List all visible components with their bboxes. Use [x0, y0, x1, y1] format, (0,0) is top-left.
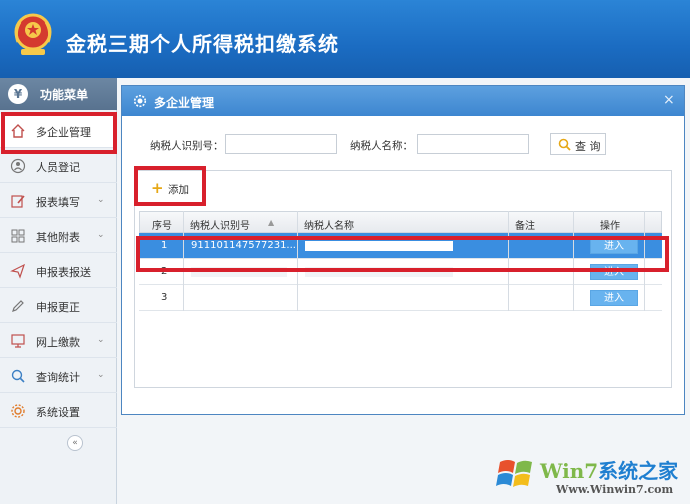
watermark-url: Www.Winwin7.com: [556, 483, 674, 496]
sidebar-item-label: 网上缴款: [36, 336, 80, 349]
house-icon: [11, 124, 25, 138]
sidebar-header-label: 功能菜单: [40, 88, 89, 102]
redacted-name-bar: [305, 267, 453, 277]
sidebar-item-report-fill[interactable]: 报表填写 ⌄: [0, 184, 117, 218]
dialog-header: 多企业管理 ×: [122, 86, 684, 116]
column-divider: [644, 211, 645, 311]
yen-icon: ¥: [8, 84, 28, 104]
person-icon: [10, 158, 26, 174]
table-header: 序号 纳税人识别号 ▲ 纳税人名称 备注 操作: [139, 211, 662, 233]
pencil-icon: [12, 300, 24, 312]
multi-enterprise-dialog: 多企业管理 × 纳税人识别号： 纳税人名称： 查 询 + 添加 序号 纳税人识别…: [121, 85, 685, 415]
sidebar-item-report-correct[interactable]: 申报更正: [0, 289, 117, 323]
table-row[interactable]: 2 进入: [139, 259, 662, 285]
column-header-action: 操作: [600, 221, 620, 232]
plus-icon: +: [151, 179, 164, 197]
column-divider: [508, 211, 509, 311]
search-icon: [11, 369, 25, 383]
app-header: 金税三期个人所得税扣缴系统: [0, 0, 690, 78]
edit-icon: [11, 195, 25, 208]
sidebar-item-label: 其他附表: [36, 231, 80, 244]
enterprise-grid-panel: + 添加 序号 纳税人识别号 ▲ 纳税人名称 备注 操作 1 911101147…: [134, 170, 672, 388]
add-button-label: 添加: [168, 184, 189, 196]
gear-icon: [133, 94, 147, 108]
query-button-label: 查 询: [575, 140, 601, 153]
sidebar-collapse-button[interactable]: «: [67, 435, 83, 451]
redacted-name-bar: [305, 241, 453, 251]
sidebar-item-label: 多企业管理: [36, 126, 91, 139]
sidebar-item-report-submit[interactable]: 申报表报送: [0, 254, 117, 288]
sidebar-item-label: 查询统计: [36, 371, 80, 384]
taxpayer-id-label: 纳税人识别号：: [150, 140, 224, 152]
enter-button[interactable]: 进入: [590, 290, 638, 306]
app-title: 金税三期个人所得税扣缴系统: [66, 32, 339, 56]
sort-icon[interactable]: ▲: [268, 218, 274, 227]
sidebar-item-label: 报表填写: [36, 196, 80, 209]
sidebar-item-label: 人员登记: [36, 161, 80, 174]
taxpayer-name-label: 纳税人名称：: [350, 140, 413, 152]
sidebar-item-other-schedules[interactable]: 其他附表 ⌄: [0, 219, 117, 253]
table-row[interactable]: 1 911101147577231... 进入: [139, 233, 662, 259]
row-number: 3: [161, 292, 168, 303]
query-button[interactable]: 查 询: [550, 133, 606, 155]
column-divider: [297, 211, 298, 311]
column-header-taxpayer-id[interactable]: 纳税人识别号: [190, 217, 250, 232]
watermark: Win7系统之家 Www.Winwin7.com: [494, 450, 684, 500]
column-header-taxpayer-name: 纳税人名称: [304, 221, 354, 232]
enter-button[interactable]: 进入: [590, 238, 638, 254]
column-divider: [573, 211, 574, 311]
sidebar-item-label: 申报更正: [36, 301, 80, 314]
sidebar-item-personnel[interactable]: 人员登记: [0, 149, 117, 183]
search-icon: [558, 138, 571, 151]
sidebar-item-system-settings[interactable]: 系统设置: [0, 394, 117, 428]
sidebar-item-label: 系统设置: [36, 406, 80, 419]
row-number: 2: [161, 266, 168, 277]
table-row[interactable]: 3 进入: [139, 285, 662, 311]
watermark-brand: Win7系统之家: [540, 455, 678, 484]
watermark-brand-win: Win7: [540, 459, 599, 483]
app-window: 金税三期个人所得税扣缴系统 ¥ 功能菜单 多企业管理 人员登记 报表填写 ⌄ 其…: [0, 0, 690, 504]
sidebar: ¥ 功能菜单 多企业管理 人员登记 报表填写 ⌄ 其他附表 ⌄ 申报表报送 申报…: [0, 78, 117, 504]
row-taxpayer-id: 911101147577231...: [191, 240, 295, 251]
enter-button[interactable]: 进入: [590, 264, 638, 280]
sidebar-item-query-stats[interactable]: 查询统计 ⌄: [0, 359, 117, 393]
taxpayer-id-input[interactable]: [225, 134, 337, 154]
grid-icon: [11, 229, 25, 243]
chevron-down-icon: ⌄: [97, 370, 105, 380]
chevron-down-icon: ⌄: [97, 195, 105, 205]
add-button[interactable]: + 添加: [151, 179, 199, 199]
column-header-remark: 备注: [515, 221, 535, 232]
sidebar-item-label: 申报表报送: [36, 266, 91, 279]
sidebar-item-online-payment[interactable]: 网上缴款 ⌄: [0, 324, 117, 358]
taxpayer-name-input[interactable]: [417, 134, 529, 154]
gear-icon: [11, 404, 25, 418]
redacted-id-bar: [191, 267, 287, 277]
tax-emblem-icon: [14, 13, 52, 55]
windows-logo-icon: [496, 460, 532, 487]
watermark-brand-rest: 系统之家: [598, 459, 679, 483]
sidebar-item-multi-enterprise[interactable]: 多企业管理: [0, 114, 117, 148]
column-divider: [183, 211, 184, 311]
chevron-down-icon: ⌄: [97, 335, 105, 345]
monitor-icon: [11, 334, 25, 348]
row-number: 1: [161, 240, 168, 251]
column-header-no: 序号: [152, 221, 172, 232]
chevron-down-icon: ⌄: [97, 230, 105, 240]
sidebar-header: ¥ 功能菜单: [0, 78, 117, 110]
dialog-title: 多企业管理: [154, 96, 215, 110]
send-icon: [10, 263, 26, 279]
close-icon[interactable]: ×: [663, 92, 675, 108]
